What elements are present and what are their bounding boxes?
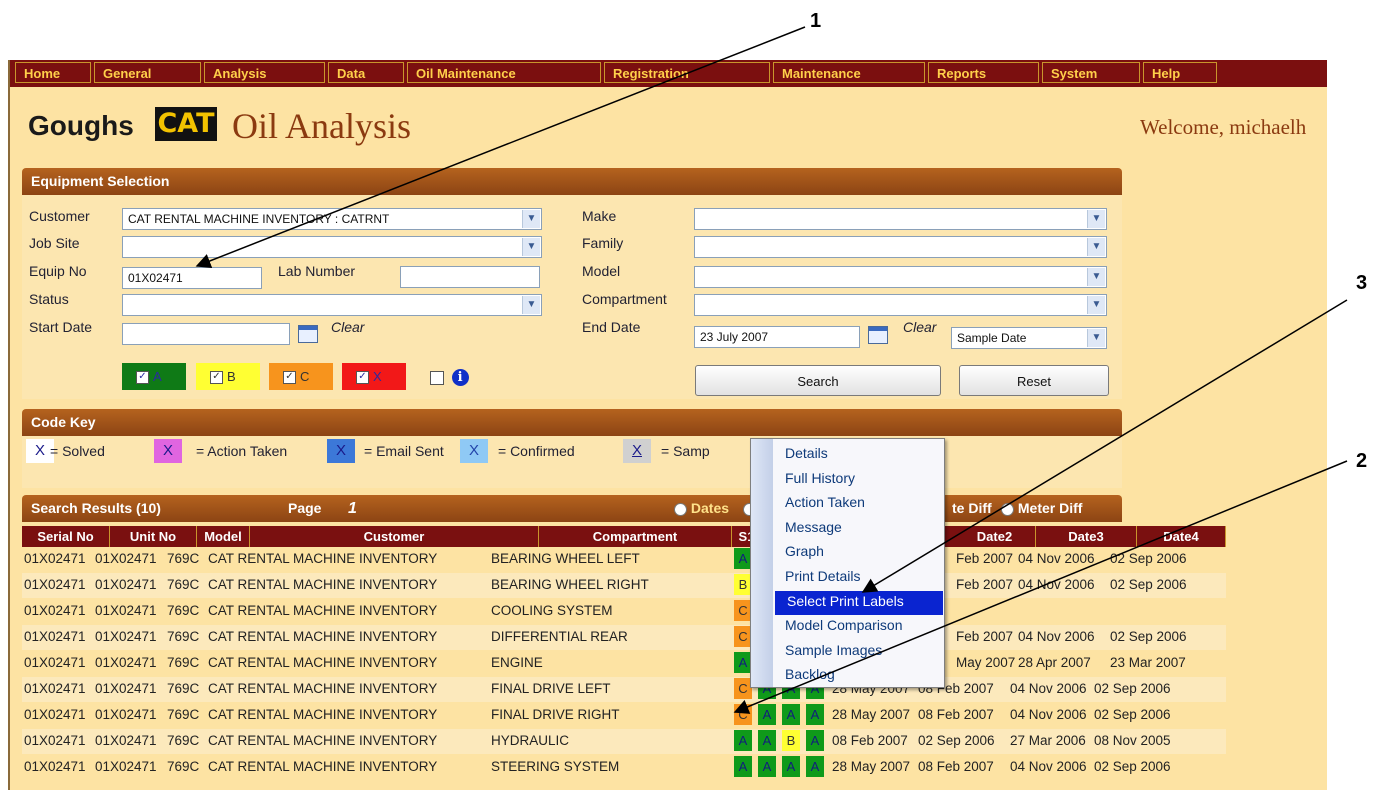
callout-1-number: 1 [810, 10, 822, 32]
callout-1-arrow [195, 26, 806, 269]
callout-2-number: 2 [1356, 450, 1368, 472]
callout-3-arrow [861, 299, 1348, 593]
callout-2-arrow [733, 460, 1348, 714]
annotation-layer [195, 26, 1348, 714]
callout-3-number: 3 [1356, 272, 1368, 294]
